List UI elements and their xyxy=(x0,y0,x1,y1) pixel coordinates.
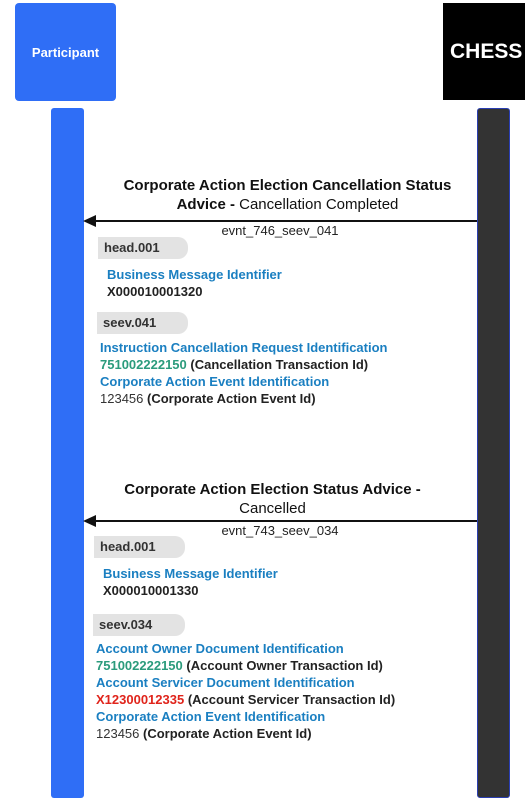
message-2-title-rest: Cancelled xyxy=(239,500,306,517)
message-2-title-bold: Corporate Action Election Status Advice … xyxy=(124,481,421,498)
message-2-field-1-value: 751002222150 xyxy=(96,658,183,673)
message-2-head-field-value: X000010001330 xyxy=(103,583,199,598)
message-1-body-tag: seev.041 xyxy=(97,312,188,334)
message-2-field-3-label: Corporate Action Event Identification xyxy=(96,709,326,724)
message-2-field-3-line: 123456 (Corporate Action Event Id) xyxy=(96,725,312,742)
message-2-body-tag: seev.034 xyxy=(93,614,185,636)
message-2-field-3-desc: (Corporate Action Event Id) xyxy=(143,726,312,741)
actor-participant: Participant xyxy=(15,3,116,101)
message-1-field-2-line: 123456 (Corporate Action Event Id) xyxy=(100,390,316,407)
message-1-field-2-label: Corporate Action Event Identification xyxy=(100,374,330,389)
message-2-arrow-line xyxy=(94,520,477,522)
message-2-event-id: evnt_743_seev_034 xyxy=(221,523,339,538)
actor-chess-label: CHESS xyxy=(450,39,523,63)
message-2-field-1-desc: (Account Owner Transaction Id) xyxy=(186,658,383,673)
message-1-field-1-desc: (Cancellation Transaction Id) xyxy=(190,357,369,372)
message-1-head-tag: head.001 xyxy=(98,237,188,259)
message-1-title: Corporate Action Election Cancellation S… xyxy=(120,176,455,214)
message-2-title: Corporate Action Election Status Advice … xyxy=(110,480,435,518)
message-1-head-field-label: Business Message Identifier xyxy=(107,267,282,282)
message-2-field-2-label: Account Servicer Document Identification xyxy=(96,675,355,690)
message-1-arrow-line xyxy=(94,220,477,222)
message-2-field-1-line: 751002222150 (Account Owner Transaction … xyxy=(96,657,383,674)
message-1-event-id: evnt_746_seev_041 xyxy=(221,223,339,238)
message-1-field-1-line: 751002222150 (Cancellation Transaction I… xyxy=(100,356,368,373)
message-1-field-2-value: 123456 xyxy=(100,391,144,406)
message-2-field-1-label: Account Owner Document Identification xyxy=(96,641,344,656)
message-2-field-3-value: 123456 xyxy=(96,726,140,741)
message-2-field-2-line: X12300012335 (Account Servicer Transacti… xyxy=(96,691,395,708)
actor-chess: CHESS xyxy=(443,3,525,100)
actor-participant-label: Participant xyxy=(31,44,100,60)
message-1-head-field-value: X000010001320 xyxy=(107,284,203,299)
lifeline-chess xyxy=(477,108,510,798)
message-1-field-1-value: 751002222150 xyxy=(100,357,187,372)
message-2-head-field-label: Business Message Identifier xyxy=(103,566,278,581)
message-1-field-1-label: Instruction Cancellation Request Identif… xyxy=(100,340,388,355)
message-2-field-2-desc: (Account Servicer Transaction Id) xyxy=(187,692,396,707)
lifeline-participant xyxy=(51,108,84,798)
message-2-field-2-value: X12300012335 xyxy=(96,692,185,707)
message-1-field-2-desc: (Corporate Action Event Id) xyxy=(147,391,316,406)
message-1-title-rest: Cancellation Completed xyxy=(239,196,399,213)
message-2-head-tag: head.001 xyxy=(94,536,185,558)
